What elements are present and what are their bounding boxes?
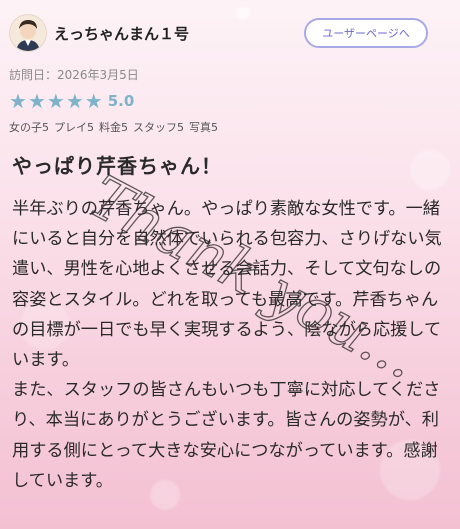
review-body: 半年ぶりの芹香ちゃん。やっぱり素敵な女性です。一緒にいると自分を自然体でいられる… — [12, 194, 454, 496]
star-icon: ★ — [84, 89, 103, 113]
review-paragraph: また、スタッフの皆さんもいつも丁寧に対応してくださり、本当にありがとうございます… — [12, 380, 441, 491]
star-icon: ★ — [46, 89, 65, 113]
review-paragraph: 半年ぶりの芹香ちゃん。やっぱり素敵な女性です。一緒にいると自分を自然体でいられる… — [12, 199, 442, 371]
star-rating: ★ ★ ★ ★ ★ 5.0 — [9, 91, 134, 111]
review-header: えっちゃんまん１号 ユーザーページへ — [0, 0, 460, 60]
star-icon: ★ — [9, 89, 27, 113]
rating-score: 5.0 — [107, 92, 135, 110]
category-score: 女の子5 — [9, 121, 49, 134]
avatar[interactable] — [9, 14, 47, 52]
user-page-button[interactable]: ユーザーページへ — [304, 18, 428, 48]
visit-date: 訪問日：2026年3月5日 — [9, 68, 139, 82]
category-score: スタッフ5 — [133, 121, 184, 134]
review-title: やっぱり芹香ちゃん！ — [12, 154, 222, 178]
category-score: プレイ5 — [54, 121, 94, 134]
bokeh-light — [410, 150, 450, 190]
star-icon: ★ — [65, 89, 84, 113]
category-score: 写真5 — [189, 121, 218, 134]
username[interactable]: えっちゃんまん１号 — [54, 23, 189, 44]
category-scores: 女の子5 プレイ5 料金5 スタッフ5 写真5 — [9, 119, 223, 135]
category-score: 料金5 — [99, 121, 128, 134]
star-icon: ★ — [27, 89, 46, 113]
